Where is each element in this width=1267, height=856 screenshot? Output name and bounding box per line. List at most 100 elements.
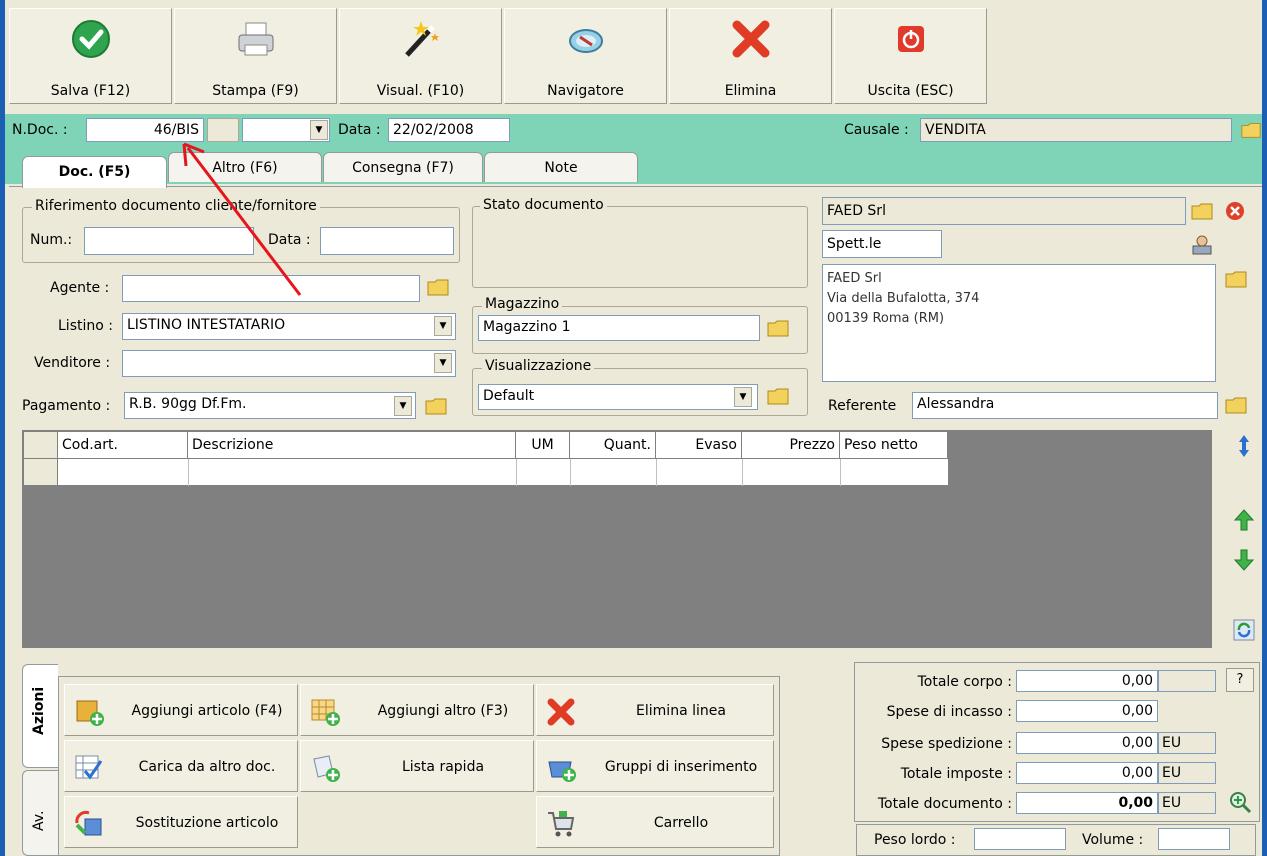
side-tab-azioni-label: Azioni: [31, 686, 47, 735]
red-x-icon: [732, 20, 769, 58]
ref-date-field[interactable]: [320, 227, 454, 255]
folder-icon[interactable]: [766, 317, 790, 339]
ndoc-suffix-button[interactable]: [207, 118, 239, 142]
navigator-label: Navigatore: [547, 83, 624, 99]
volume-label: Volume :: [1082, 832, 1144, 848]
tab-doc[interactable]: Doc. (F5): [22, 156, 167, 188]
insert-groups-button[interactable]: Gruppi di inserimento: [536, 740, 774, 792]
power-icon: [897, 26, 924, 52]
arrow-up-icon[interactable]: [1230, 506, 1258, 534]
agente-label: Agente :: [50, 280, 110, 296]
compass-icon: [568, 29, 603, 53]
address-line: Via della Bufalotta, 374: [827, 291, 980, 306]
total-body-extra: [1158, 670, 1216, 692]
checklist-icon: [75, 755, 103, 780]
listino-dropdown[interactable]: LISTINO INTESTATARIO: [122, 313, 456, 340]
causale-label: Causale :: [844, 122, 909, 138]
zoom-add-icon[interactable]: [1228, 790, 1252, 814]
add-article-label: Aggiungi articolo (F4): [131, 703, 283, 719]
column-header[interactable]: Descrizione: [188, 432, 516, 459]
folder-icon[interactable]: [766, 385, 790, 407]
referente-label: Referente: [828, 398, 897, 414]
add-other-button[interactable]: Aggiungi altro (F3): [300, 684, 534, 736]
delete-line-label: Elimina linea: [636, 703, 726, 719]
total-body-field[interactable]: 0,00: [1016, 670, 1158, 692]
chevron-down-icon[interactable]: ▼: [310, 120, 328, 140]
gross-weight-label: Peso lordo :: [874, 832, 956, 848]
cart-button[interactable]: Carrello: [536, 796, 774, 848]
collection-costs-field[interactable]: 0,00: [1016, 700, 1158, 722]
causale-field[interactable]: VENDITA: [920, 118, 1232, 142]
collection-costs-label: Spese di incasso :: [886, 704, 1012, 720]
visualizzazione-dropdown[interactable]: Default: [478, 384, 758, 410]
folder-icon[interactable]: [424, 395, 448, 417]
address-box[interactable]: FAED Srl Via della Bufalotta, 374 00139 …: [822, 264, 1216, 382]
tab-consegna[interactable]: Consegna (F7): [323, 152, 483, 182]
folder-icon[interactable]: [1224, 394, 1248, 416]
insert-groups-label: Gruppi di inserimento: [604, 759, 758, 775]
refresh-icon[interactable]: [1230, 616, 1258, 644]
column-header[interactable]: Quant.: [570, 432, 656, 459]
add-basket-icon: [548, 761, 576, 782]
contact-icon[interactable]: [1190, 232, 1214, 256]
magazzino-field[interactable]: Magazzino 1: [478, 315, 760, 341]
taxes-label: Totale imposte :: [900, 766, 1012, 782]
chevron-down-icon[interactable]: ▼: [394, 396, 412, 416]
remove-icon[interactable]: [1224, 200, 1246, 222]
replace-article-label: Sostituzione articolo: [135, 815, 279, 831]
ndoc-label: N.Doc. :: [12, 122, 68, 138]
column-header[interactable]: UM: [516, 432, 570, 459]
load-from-doc-button[interactable]: Carica da altro doc.: [64, 740, 298, 792]
salutation-field[interactable]: Spett.le: [822, 230, 942, 258]
folder-icon[interactable]: [1240, 119, 1262, 141]
tab-note[interactable]: Note: [484, 152, 638, 182]
date-field[interactable]: 22/02/2008: [388, 118, 510, 142]
column-header[interactable]: Peso netto: [840, 432, 948, 459]
gross-weight-field[interactable]: [974, 828, 1066, 850]
add-other-label: Aggiungi altro (F3): [377, 703, 509, 719]
delete-button[interactable]: Elimina: [669, 8, 832, 104]
print-button[interactable]: Stampa (F9): [174, 8, 337, 104]
side-tab-av[interactable]: Av.: [22, 770, 58, 856]
folder-icon[interactable]: [426, 276, 450, 298]
magic-wand-icon: [404, 21, 439, 57]
load-from-doc-label: Carica da altro doc.: [138, 759, 276, 775]
view-button[interactable]: Visual. (F10): [339, 8, 502, 104]
customer-name-field[interactable]: FAED Srl: [822, 197, 1186, 225]
updown-arrows-icon[interactable]: [1230, 432, 1258, 460]
red-x-icon: [547, 698, 575, 726]
help-button[interactable]: ?: [1226, 668, 1254, 692]
chevron-down-icon[interactable]: ▼: [734, 387, 752, 407]
folder-icon[interactable]: [1224, 268, 1248, 290]
venditore-dropdown[interactable]: [122, 350, 456, 377]
document-total-field[interactable]: 0,00: [1016, 792, 1158, 814]
column-header[interactable]: Prezzo: [742, 432, 840, 459]
quick-list-button[interactable]: Lista rapida: [300, 740, 534, 792]
table-row[interactable]: [58, 459, 948, 486]
shipping-costs-field[interactable]: 0,00: [1016, 732, 1158, 754]
grid-row-indicator[interactable]: [24, 459, 58, 486]
add-article-button[interactable]: Aggiungi articolo (F4): [64, 684, 298, 736]
exit-button[interactable]: Uscita (ESC): [834, 8, 987, 104]
visualizzazione-title: Visualizzazione: [482, 358, 595, 374]
side-tab-av-label: Av.: [31, 810, 47, 831]
volume-field[interactable]: [1158, 828, 1230, 850]
ndoc-field[interactable]: 46/BIS: [86, 118, 204, 142]
pagamento-dropdown[interactable]: R.B. 90gg Df.Fm.: [124, 392, 416, 419]
save-button[interactable]: Salva (F12): [9, 8, 172, 104]
chevron-down-icon[interactable]: ▼: [434, 316, 452, 336]
column-header[interactable]: Cod.art.: [58, 432, 188, 459]
arrow-down-icon[interactable]: [1230, 546, 1258, 574]
column-header[interactable]: Evaso: [656, 432, 742, 459]
taxes-field[interactable]: 0,00: [1016, 762, 1158, 784]
side-tab-azioni[interactable]: Azioni: [22, 664, 58, 768]
chevron-down-icon[interactable]: ▼: [434, 353, 452, 373]
folder-icon[interactable]: [1190, 200, 1214, 222]
referente-field[interactable]: Alessandra: [912, 392, 1218, 419]
shipping-currency: EU: [1158, 732, 1216, 754]
replace-article-button[interactable]: Sostituzione articolo: [64, 796, 298, 848]
navigator-button[interactable]: Navigatore: [504, 8, 667, 104]
swap-icon: [75, 810, 102, 836]
delete-line-button[interactable]: Elimina linea: [536, 684, 774, 736]
delete-label: Elimina: [724, 83, 777, 99]
